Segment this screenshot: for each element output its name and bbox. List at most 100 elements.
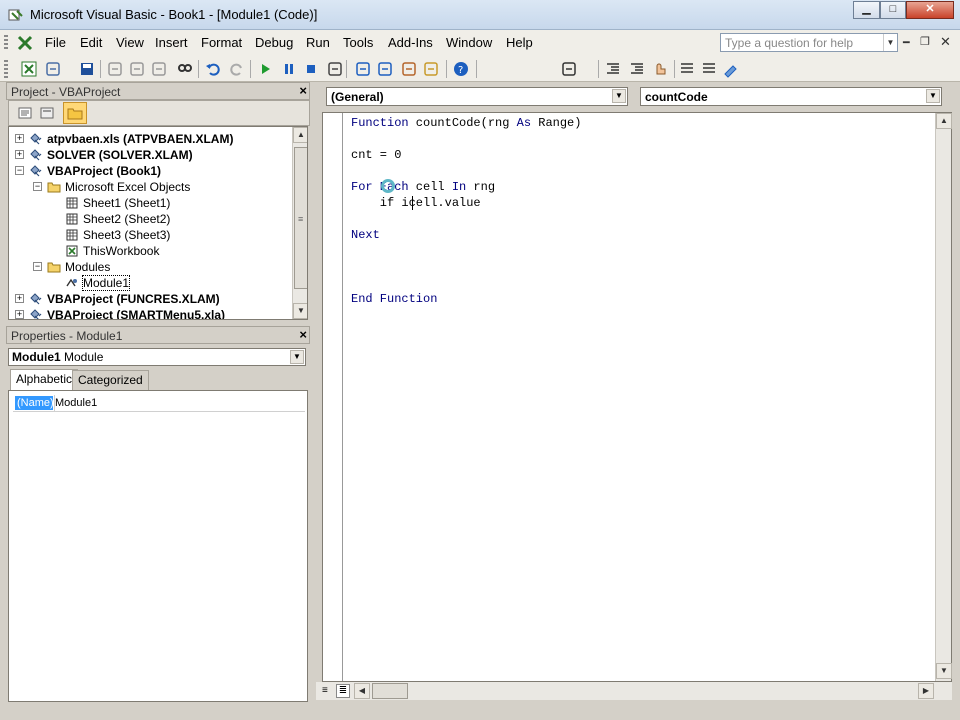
tree-item[interactable]: + VBAProject (FUNCRES.XLAM) <box>9 291 289 307</box>
indent-icon[interactable] <box>604 60 622 78</box>
code-horizontal-scrollbar[interactable]: ≡ ≣ ◀ ▶ <box>316 682 952 700</box>
list-properties-icon[interactable] <box>560 60 578 78</box>
tree-item[interactable]: − Modules <box>9 259 289 275</box>
scroll-thumb[interactable]: ≡ <box>294 147 307 289</box>
chevron-down-icon[interactable]: ▼ <box>290 350 304 364</box>
code-line[interactable]: cnt = 0 <box>351 147 401 163</box>
maximize-button[interactable]: □ <box>880 1 906 19</box>
menu-run[interactable]: Run <box>306 35 330 50</box>
minimize-button[interactable]: ▁ <box>853 1 880 19</box>
find-icon[interactable] <box>176 60 194 78</box>
copy-icon[interactable] <box>128 60 146 78</box>
procedure-view-icon[interactable]: ≡ <box>322 684 334 698</box>
toolbox-icon[interactable] <box>422 60 440 78</box>
uncomment-icon[interactable] <box>700 60 718 78</box>
collapse-icon[interactable]: − <box>33 182 42 191</box>
cut-icon[interactable] <box>106 60 124 78</box>
menu-add-ins[interactable]: Add-Ins <box>388 35 433 50</box>
break-icon[interactable] <box>280 60 298 78</box>
project-tree-scrollbar[interactable]: ▲ ≡ ▼ <box>292 127 307 319</box>
scroll-up-icon[interactable]: ▲ <box>936 113 952 129</box>
redo-icon[interactable] <box>228 60 246 78</box>
run-icon[interactable] <box>256 60 274 78</box>
menu-edit[interactable]: Edit <box>80 35 102 50</box>
code-vertical-scrollbar[interactable]: ▲ ▼ <box>935 113 952 681</box>
save-icon[interactable] <box>78 60 96 78</box>
object-select[interactable]: (General) ▼ <box>326 87 628 106</box>
collapse-icon[interactable]: − <box>15 166 24 175</box>
mdi-minimize-button[interactable]: ━ <box>903 36 910 49</box>
code-line[interactable]: For Each cell In rng <box>351 179 495 195</box>
undo-icon[interactable] <box>204 60 222 78</box>
expand-icon[interactable]: + <box>15 294 24 303</box>
scroll-left-icon[interactable]: ◀ <box>354 683 370 699</box>
property-value[interactable]: Module1 <box>55 396 97 410</box>
full-module-view-icon[interactable]: ≣ <box>336 684 350 698</box>
tree-item[interactable]: − Microsoft Excel Objects <box>9 179 289 195</box>
chevron-down-icon[interactable]: ▼ <box>926 89 940 103</box>
scroll-up-icon[interactable]: ▲ <box>293 127 307 143</box>
menu-window[interactable]: Window <box>446 35 492 50</box>
tree-item[interactable]: + atpvbaen.xls (ATPVBAEN.XLAM) <box>9 131 289 147</box>
menu-grip[interactable] <box>4 35 8 51</box>
mdi-close-button[interactable]: ✕ <box>940 34 951 50</box>
tree-item[interactable]: Module1 <box>9 275 289 291</box>
tree-item[interactable]: − VBAProject (Book1) <box>9 163 289 179</box>
tree-item[interactable]: Sheet2 (Sheet2) <box>9 211 289 227</box>
chevron-down-icon[interactable]: ▼ <box>612 89 626 103</box>
tab-alphabetic[interactable]: Alphabetic <box>10 369 79 391</box>
close-button[interactable]: ✕ <box>906 1 954 19</box>
toolbar-grip[interactable] <box>4 60 8 78</box>
toggle-breakpoint-icon[interactable] <box>652 60 670 78</box>
margin-indicator-bar[interactable] <box>323 113 343 681</box>
horizontal-scroll-thumb[interactable] <box>372 683 408 699</box>
view-object-icon[interactable] <box>39 105 55 121</box>
scroll-down-icon[interactable]: ▼ <box>936 663 952 679</box>
help-search-input[interactable]: Type a question for help ▼ <box>720 33 898 52</box>
view-excel-icon[interactable] <box>20 60 38 78</box>
properties-icon[interactable] <box>376 60 394 78</box>
object-browser-icon[interactable] <box>400 60 418 78</box>
menu-file[interactable]: File <box>45 35 66 50</box>
close-icon[interactable]: × <box>299 83 307 98</box>
tree-item[interactable]: + SOLVER (SOLVER.XLAM) <box>9 147 289 163</box>
expand-icon[interactable]: + <box>15 134 24 143</box>
insert-userform-icon[interactable] <box>44 60 62 78</box>
comment-icon[interactable] <box>678 60 696 78</box>
chevron-down-icon[interactable]: ▼ <box>883 34 897 51</box>
properties-object-select[interactable]: Module1 Module ▼ <box>8 348 306 366</box>
scroll-right-icon[interactable]: ▶ <box>918 683 934 699</box>
tab-categorized[interactable]: Categorized <box>72 370 149 390</box>
code-line[interactable]: Function countCode(rng As Range) <box>351 115 581 131</box>
outdent-icon[interactable] <box>628 60 646 78</box>
toggle-folders-button[interactable] <box>63 102 87 124</box>
bookmark-icon[interactable] <box>722 60 740 78</box>
expand-icon[interactable]: + <box>15 150 24 159</box>
close-icon[interactable]: × <box>299 327 307 342</box>
tree-item[interactable]: + VBAProject (SMARTMenu5.xla) <box>9 307 289 319</box>
property-name[interactable]: (Name) <box>15 396 54 410</box>
mdi-restore-button[interactable]: ❐ <box>920 35 930 48</box>
menu-format[interactable]: Format <box>201 35 242 50</box>
excel-icon[interactable] <box>16 34 36 52</box>
project-explorer-icon[interactable] <box>354 60 372 78</box>
procedure-select[interactable]: countCode ▼ <box>640 87 942 106</box>
view-code-icon[interactable] <box>17 105 33 121</box>
scroll-down-icon[interactable]: ▼ <box>293 303 307 319</box>
menu-help[interactable]: Help <box>506 35 533 50</box>
expand-icon[interactable]: + <box>15 310 24 319</box>
tree-item[interactable]: Sheet1 (Sheet1) <box>9 195 289 211</box>
menu-debug[interactable]: Debug <box>255 35 293 50</box>
code-line[interactable]: Next <box>351 227 380 243</box>
help-icon[interactable]: ? <box>452 60 470 78</box>
tree-item[interactable]: ThisWorkbook <box>9 243 289 259</box>
menu-tools[interactable]: Tools <box>343 35 373 50</box>
code-line[interactable]: End Function <box>351 291 437 307</box>
menu-view[interactable]: View <box>116 35 144 50</box>
code-line[interactable]: if icell.value <box>351 195 481 211</box>
menu-insert[interactable]: Insert <box>155 35 188 50</box>
collapse-icon[interactable]: − <box>33 262 42 271</box>
design-mode-icon[interactable] <box>326 60 344 78</box>
code-editor[interactable]: Function countCode(rng As Range) cnt = 0 F… <box>322 112 952 682</box>
tree-item[interactable]: Sheet3 (Sheet3) <box>9 227 289 243</box>
